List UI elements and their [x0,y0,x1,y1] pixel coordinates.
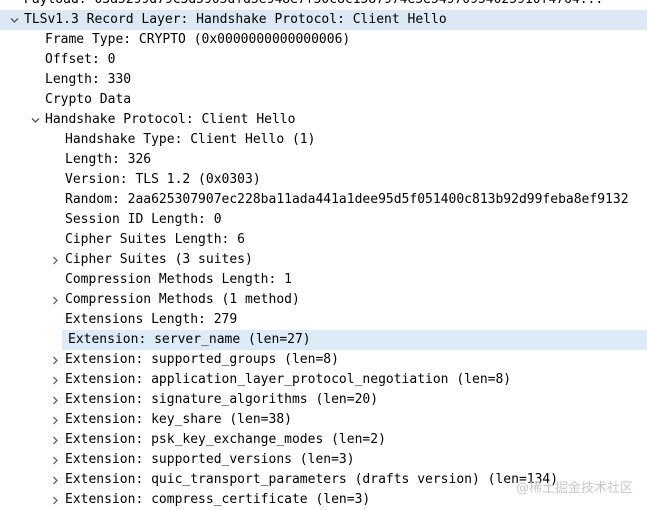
chevron-right-icon[interactable] [49,370,61,390]
chevron-right-icon[interactable] [49,410,61,430]
tree-row[interactable]: Frame Type: CRYPTO (0x0000000000000006) [0,30,647,50]
tree-row-label: Extension: supported_versions (len=3) [65,452,355,467]
tree-row[interactable]: Version: TLS 1.2 (0x0303) [0,170,647,190]
tree-row[interactable]: Session ID Length: 0 [0,210,647,230]
tree-row-label: Cipher Suites (3 suites) [65,252,253,267]
tree-row[interactable]: Extensions Length: 279 [0,310,647,330]
tree-row-label: Payload: 03a5299d79c3d5905dfd5e948e7f50c… [24,0,603,10]
tree-row[interactable]: Handshake Type: Client Hello (1) [0,130,647,150]
chevron-right-icon[interactable] [49,350,61,370]
tree-row[interactable]: Extension: supported_groups (len=8) [0,350,647,370]
tree-row-label: Handshake Protocol: Client Hello [45,112,296,127]
tree-row[interactable]: Length: 330 [0,70,647,90]
tree-row-label: Extension: key_share (len=38) [65,412,292,427]
tree-row[interactable]: Cipher Suites (3 suites) [0,250,647,270]
tree-row[interactable]: Payload: 03a5299d79c3d5905dfd5e948e7f50c… [0,0,647,10]
chevron-right-icon[interactable] [49,430,61,450]
tree-row[interactable]: Handshake Protocol: Client Hello [0,110,647,130]
tree-row[interactable]: Cipher Suites Length: 6 [0,230,647,250]
chevron-right-icon[interactable] [49,390,61,410]
chevron-right-icon[interactable] [49,290,61,310]
tree-row-label: Extension: supported_groups (len=8) [65,352,339,367]
packet-details-tree: Payload: 03a5299d79c3d5905dfd5e948e7f50c… [0,0,647,510]
tree-row-label: Random: 2aa625307907ec228ba11ada441a1dee… [65,192,629,207]
tree-row[interactable]: Extension: server_name (len=27) [62,330,647,350]
chevron-down-icon[interactable] [29,110,41,130]
watermark: @稀土掘金技术社区 [515,481,633,496]
tree-row-label: Crypto Data [45,92,132,107]
chevron-right-icon[interactable] [49,450,61,470]
tree-row-label: Compression Methods (1 method) [65,292,300,307]
tree-row[interactable]: Extension: key_share (len=38) [0,410,647,430]
tree-row[interactable]: Crypto Data [0,90,647,110]
tree-row-label: Offset: 0 [45,52,116,67]
chevron-right-icon[interactable] [49,470,61,490]
tree-row-label: Extensions Length: 279 [65,312,238,327]
chevron-right-icon[interactable] [49,250,61,270]
tree-row-label: TLSv1.3 Record Layer: Handshake Protocol… [24,12,447,27]
tree-row-label: Length: 326 [65,152,152,167]
chevron-down-icon[interactable] [8,10,20,30]
tree-row-label: Extension: signature_algorithms (len=20) [65,392,379,407]
tree-row-label: Extension: quic_transport_parameters (dr… [65,472,559,487]
tree-row[interactable]: Compression Methods Length: 1 [0,270,647,290]
tree-row-label: Extension: application_layer_protocol_ne… [65,372,512,387]
tree-row-label: Extension: psk_key_exchange_modes (len=2… [65,432,386,447]
tree-row[interactable]: Extension: supported_versions (len=3) [0,450,647,470]
chevron-right-icon[interactable] [49,490,61,510]
tree-row-label: Extension: server_name (len=27) [68,332,311,347]
tree-row-label: Frame Type: CRYPTO (0x0000000000000006) [45,32,351,47]
tree-row[interactable]: Random: 2aa625307907ec228ba11ada441a1dee… [0,190,647,210]
tree-row[interactable]: Extension: application_layer_protocol_ne… [0,370,647,390]
tree-row[interactable]: Extension: psk_key_exchange_modes (len=2… [0,430,647,450]
tree-row[interactable]: Extension: signature_algorithms (len=20) [0,390,647,410]
tree-row-label: Compression Methods Length: 1 [65,272,292,287]
tree-row[interactable]: Offset: 0 [0,50,647,70]
tree-row[interactable]: Compression Methods (1 method) [0,290,647,310]
tree-row-label: Cipher Suites Length: 6 [65,232,246,247]
tree-row[interactable]: TLSv1.3 Record Layer: Handshake Protocol… [0,10,647,30]
tree-row-label: Session ID Length: 0 [65,212,222,227]
tree-row[interactable]: Length: 326 [0,150,647,170]
tree-row-label: Extension: compress_certificate (len=3) [65,492,371,507]
tree-row-label: Version: TLS 1.2 (0x0303) [65,172,261,187]
tree-row-label: Handshake Type: Client Hello (1) [65,132,316,147]
tree-row-label: Length: 330 [45,72,132,87]
